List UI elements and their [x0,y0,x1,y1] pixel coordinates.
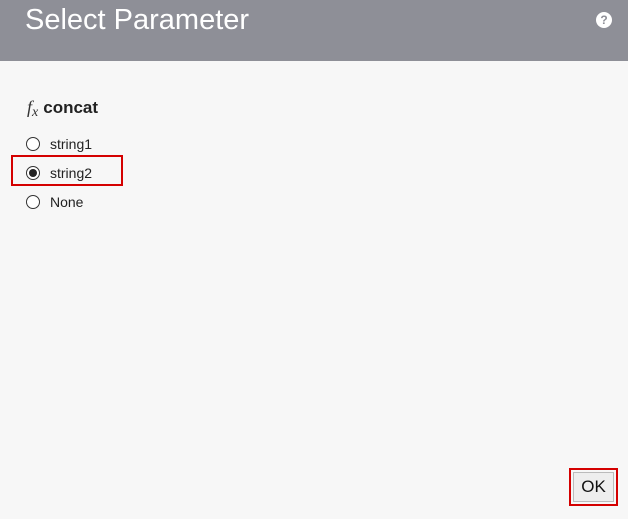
function-heading: fx concat [27,96,98,120]
radio-button[interactable] [26,137,40,151]
radio-label: None [50,194,84,210]
radio-button[interactable] [26,195,40,209]
radio-option-none[interactable]: None [26,192,83,212]
radio-label: string1 [50,136,93,152]
help-icon[interactable]: ? [596,12,612,28]
radio-button-selected[interactable] [26,166,40,180]
dialog-header: Select Parameter ? [0,0,628,61]
radio-label: string2 [50,165,93,181]
ok-button[interactable]: OK [573,472,614,502]
radio-option-string1[interactable]: string1 [26,134,92,154]
dialog-title: Select Parameter [25,4,250,36]
function-name: concat [43,98,99,117]
radio-option-string2[interactable]: string2 [26,163,92,183]
fx-icon: fx [27,96,39,120]
